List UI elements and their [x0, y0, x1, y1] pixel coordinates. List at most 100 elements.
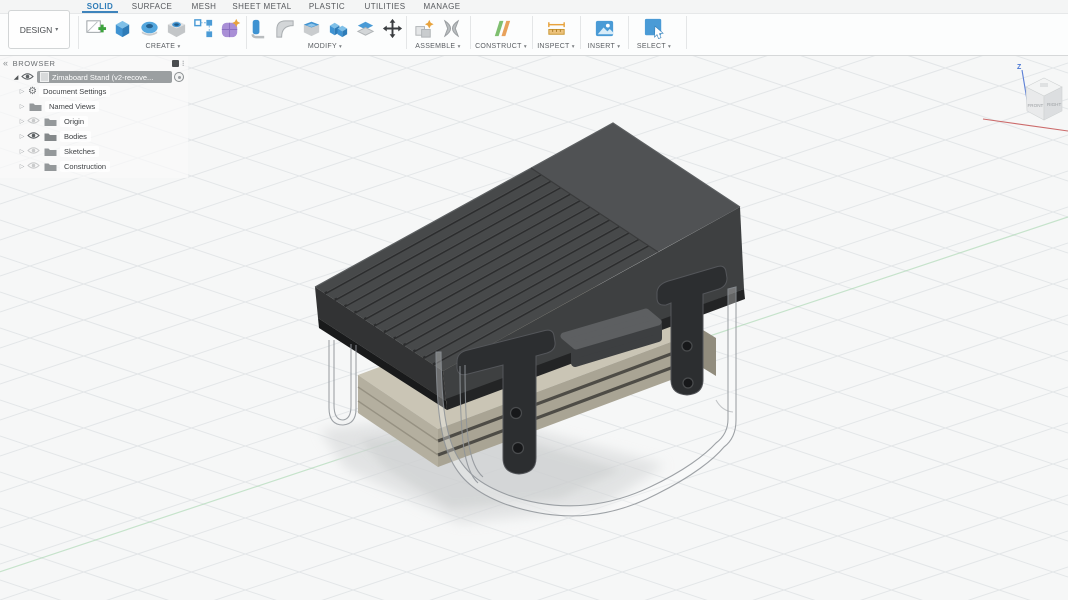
construct-plane-button[interactable]: [489, 15, 514, 41]
viewcube-front-label: FRONT: [1028, 103, 1044, 108]
pattern-icon: [192, 17, 215, 40]
assemble-group-label[interactable]: ASSEMBLE ▾: [415, 43, 460, 50]
panel-menu-icon[interactable]: ⁝: [182, 59, 185, 68]
pattern-button[interactable]: [191, 15, 216, 41]
collapse-panel-icon[interactable]: «: [3, 58, 9, 68]
tab-sheet-metal[interactable]: SHEET METAL: [226, 0, 298, 13]
combine-button[interactable]: [326, 15, 351, 41]
bracket-screw: [511, 408, 522, 419]
folder-icon: [44, 162, 57, 172]
create-group-label[interactable]: CREATE ▾: [146, 43, 181, 50]
move-button[interactable]: [380, 15, 405, 41]
new-component-icon: [413, 17, 436, 40]
expand-triangle-icon[interactable]: ▷: [18, 118, 26, 125]
flange-button[interactable]: [245, 15, 270, 41]
expand-triangle-icon[interactable]: ▷: [18, 163, 26, 170]
joint-button[interactable]: [439, 15, 464, 41]
design-label: DESIGN: [20, 25, 53, 35]
extrude-icon: [111, 17, 134, 40]
ribbon-toolbar: SOLID SURFACE MESH SHEET METAL PLASTIC U…: [0, 0, 1068, 56]
tab-utilities[interactable]: UTILITIES: [356, 0, 414, 13]
tab-surface[interactable]: SURFACE: [122, 0, 182, 13]
form-button[interactable]: [218, 15, 243, 41]
toolbar-group-modify: MODIFY ▾: [250, 14, 400, 54]
visibility-eye-icon[interactable]: [27, 116, 40, 127]
visibility-eye-icon[interactable]: [27, 146, 40, 157]
fillet-button[interactable]: [272, 15, 297, 41]
folder-icon: [29, 102, 42, 112]
select-button[interactable]: [642, 15, 667, 41]
toolbar-group-assemble: ASSEMBLE ▾: [410, 14, 466, 54]
viewcube-top-mark: [1040, 83, 1048, 87]
tree-item-construction[interactable]: ▷ Construction: [0, 159, 188, 174]
modify-group-label[interactable]: MODIFY ▾: [308, 43, 342, 50]
browser-panel: « BROWSER ⁝ ◢ Zimaboard Stand (v2-recove…: [0, 56, 188, 178]
chevron-down-icon: ▾: [55, 26, 58, 33]
tree-root-row[interactable]: ◢ Zimaboard Stand (v2-recove...: [0, 70, 188, 84]
tab-solid[interactable]: SOLID: [78, 0, 122, 13]
tab-mesh[interactable]: MESH: [182, 0, 226, 13]
shell-button[interactable]: [299, 15, 324, 41]
chevron-down-icon: ▾: [572, 44, 575, 50]
visibility-eye-icon[interactable]: [21, 68, 34, 86]
tree-item-document-settings[interactable]: ▷ ⚙ Document Settings: [0, 84, 188, 99]
form-icon: [219, 17, 242, 40]
tree-item-label: Bodies: [60, 131, 91, 142]
combine-icon: [327, 17, 350, 40]
tree-item-origin[interactable]: ▷ Origin: [0, 114, 188, 129]
z-axis-label: Z: [1017, 64, 1022, 71]
revolve-button[interactable]: [137, 15, 162, 41]
chevron-down-icon: ▾: [339, 44, 342, 50]
expand-triangle-icon[interactable]: ▷: [18, 103, 26, 110]
tree-item-label: Origin: [60, 116, 88, 127]
toolbar-group-create: CREATE ▾: [82, 14, 244, 54]
extrude-button[interactable]: [110, 15, 135, 41]
ribbon-tab-strip: SOLID SURFACE MESH SHEET METAL PLASTIC U…: [0, 0, 1068, 14]
tab-manage[interactable]: MANAGE: [414, 0, 470, 13]
folder-icon: [44, 117, 57, 127]
visibility-eye-icon[interactable]: [27, 161, 40, 172]
toolbar-group-construct: CONSTRUCT ▾: [474, 14, 528, 54]
offset-face-button[interactable]: [353, 15, 378, 41]
revolve-icon: [138, 17, 161, 40]
activate-component-radio[interactable]: [174, 72, 184, 82]
tab-plastic[interactable]: PLASTIC: [298, 0, 356, 13]
tree-item-label: Construction: [60, 161, 110, 172]
root-component-label: Zimaboard Stand (v2-recove...: [52, 73, 153, 82]
inspect-group-label[interactable]: INSPECT ▾: [537, 43, 575, 50]
tree-item-sketches[interactable]: ▷ Sketches: [0, 144, 188, 159]
insert-image-button[interactable]: [592, 15, 617, 41]
root-component-pill[interactable]: Zimaboard Stand (v2-recove...: [37, 71, 172, 83]
gear-icon: ⚙: [28, 87, 37, 97]
design-workspace-dropdown[interactable]: DESIGN ▾: [8, 10, 70, 49]
bracket-screw: [683, 378, 693, 388]
chevron-down-icon: ▾: [177, 44, 180, 50]
expand-triangle-icon[interactable]: ▷: [18, 133, 26, 140]
joint-icon: [440, 17, 463, 40]
hole-button[interactable]: [164, 15, 189, 41]
tree-item-label: Sketches: [60, 146, 99, 157]
construct-group-label[interactable]: CONSTRUCT ▾: [475, 43, 527, 50]
visibility-eye-icon[interactable]: [27, 131, 40, 142]
toolbar-group-inspect: INSPECT ▾: [534, 14, 578, 54]
select-group-label[interactable]: SELECT ▾: [637, 43, 671, 50]
create-sketch-button[interactable]: [83, 15, 108, 41]
measure-button[interactable]: [544, 15, 569, 41]
view-cube[interactable]: Z FRONT RIGHT: [983, 64, 1068, 131]
tree-item-named-views[interactable]: ▷ Named Views: [0, 99, 188, 114]
display-settings-icon[interactable]: [172, 60, 179, 67]
toolbar-group-select: SELECT ▾: [630, 14, 678, 54]
bracket-screw: [513, 443, 524, 454]
folder-icon: [44, 147, 57, 157]
tree-item-bodies[interactable]: ▷ Bodies: [0, 129, 188, 144]
expand-triangle-icon[interactable]: ◢: [12, 74, 20, 81]
measure-icon: [545, 17, 568, 40]
new-component-button[interactable]: [412, 15, 437, 41]
browser-title: BROWSER: [13, 59, 56, 68]
expand-triangle-icon[interactable]: ▷: [18, 88, 26, 95]
chevron-down-icon: ▾: [617, 44, 620, 50]
expand-triangle-icon[interactable]: ▷: [18, 148, 26, 155]
chevron-down-icon: ▾: [524, 44, 527, 50]
insert-group-label[interactable]: INSERT ▾: [588, 43, 621, 50]
hole-icon: [165, 17, 188, 40]
